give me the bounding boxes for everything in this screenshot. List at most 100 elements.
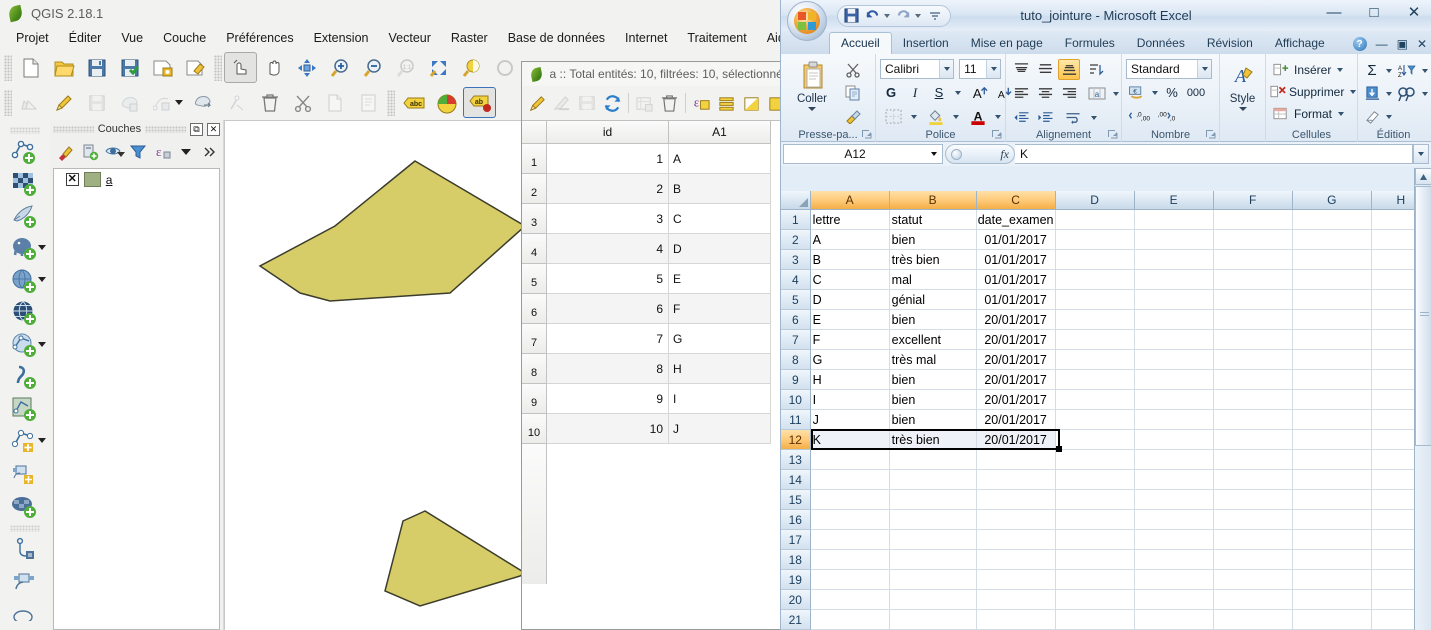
cell-e[interactable] <box>1134 390 1214 410</box>
insert-function-icon[interactable]: fx <box>1000 147 1009 162</box>
zoom-out-button[interactable] <box>356 52 389 83</box>
cell-e[interactable] <box>1134 250 1214 270</box>
spreadsheet-row[interactable]: 5 Dgénial 01/01/2017 <box>781 290 1431 310</box>
tab-affichage[interactable]: Affichage <box>1264 33 1336 54</box>
cell-a[interactable] <box>810 550 890 570</box>
align-top-icon[interactable] <box>1010 59 1032 80</box>
office-button[interactable] <box>787 1 827 41</box>
refresh-button[interactable] <box>488 52 521 83</box>
cell-f[interactable] <box>1213 570 1293 590</box>
column-header-e[interactable]: E <box>1134 191 1214 210</box>
tab-formules[interactable]: Formules <box>1054 33 1126 54</box>
attribute-table-row[interactable]: 11A <box>522 144 788 174</box>
column-header-g[interactable]: G <box>1292 191 1372 210</box>
undock-panel-button[interactable]: ⧉ <box>190 122 204 136</box>
satellite-button[interactable] <box>2 566 48 598</box>
underline-dropdown-icon[interactable] <box>952 82 963 103</box>
cell-d[interactable] <box>1055 390 1135 410</box>
expand-formula-bar-icon[interactable] <box>1413 144 1429 164</box>
cell-b[interactable] <box>889 510 977 530</box>
cell-e[interactable] <box>1134 450 1214 470</box>
thousands-button[interactable]: 000 <box>1184 82 1208 103</box>
row-header[interactable]: 15 <box>781 490 811 510</box>
attr-cell-a1[interactable]: F <box>669 294 771 324</box>
cell-d[interactable] <box>1055 570 1135 590</box>
label-button[interactable]: abc <box>397 87 430 118</box>
menu-editer[interactable]: Éditer <box>59 28 112 48</box>
panel-grip[interactable] <box>145 125 187 133</box>
column-header-d[interactable]: D <box>1055 191 1135 210</box>
tab-donnees[interactable]: Données <box>1126 33 1196 54</box>
save-icon[interactable] <box>842 7 861 25</box>
cell-c[interactable] <box>976 550 1056 570</box>
expression-filter-icon[interactable]: ε <box>151 141 173 163</box>
cell-a[interactable] <box>810 570 890 590</box>
fill-icon[interactable] <box>1362 83 1382 104</box>
spreadsheet-row[interactable]: 13 <box>781 450 1431 470</box>
align-bottom-icon[interactable] <box>1058 59 1080 80</box>
cell-d[interactable] <box>1055 530 1135 550</box>
zoom-native-button[interactable]: 1:1 <box>389 52 422 83</box>
cell-b[interactable] <box>889 590 977 610</box>
cell-a[interactable]: I <box>810 390 890 410</box>
menu-vecteur[interactable]: Vecteur <box>379 28 441 48</box>
layers-list[interactable]: ✕ a <box>52 168 220 630</box>
tab-revision[interactable]: Révision <box>1196 33 1264 54</box>
attr-row-number[interactable]: 6 <box>522 294 547 324</box>
cell-g[interactable] <box>1292 410 1372 430</box>
cell-g[interactable] <box>1292 310 1372 330</box>
row-header[interactable]: 11 <box>781 410 811 430</box>
cell-c[interactable]: 01/01/2017 <box>976 250 1056 270</box>
layer-visibility-checkbox[interactable]: ✕ <box>65 173 79 186</box>
cell-c[interactable] <box>976 510 1056 530</box>
font-dialog-launcher[interactable] <box>991 129 1002 140</box>
cell-f[interactable] <box>1213 290 1293 310</box>
attr-row-number[interactable]: 4 <box>522 234 547 264</box>
restore-workbook-icon[interactable]: ▣ <box>1397 37 1408 51</box>
cell-a[interactable] <box>810 470 890 490</box>
spreadsheet-row[interactable]: 15 <box>781 490 1431 510</box>
cell-c[interactable]: 20/01/2017 <box>976 430 1056 450</box>
cell-e[interactable] <box>1134 350 1214 370</box>
row-header[interactable]: 1 <box>781 210 811 230</box>
cell-c[interactable] <box>976 610 1056 630</box>
sort-filter-icon[interactable]: AZ <box>1396 60 1418 81</box>
toolbar-grip[interactable] <box>387 89 395 116</box>
cell-g[interactable] <box>1292 470 1372 490</box>
panel-grip[interactable] <box>52 125 94 133</box>
attr-cell-a1[interactable]: H <box>669 354 771 384</box>
attr-cell-id[interactable]: 7 <box>547 324 669 354</box>
row-header[interactable]: 20 <box>781 590 811 610</box>
cell-c[interactable] <box>976 590 1056 610</box>
chevron-down-icon[interactable] <box>37 277 46 283</box>
more-icon[interactable] <box>199 141 221 163</box>
attr-cell-a1[interactable]: B <box>669 174 771 204</box>
increase-decimal-icon[interactable]: ,0,00 <box>1126 106 1152 127</box>
attribute-table[interactable]: id A1 1 1 A 2 2 B 3 3 C 4 4 D 5 5 E 6 6 F 7 7 G 8 8 H 9 9 I 10 10 J <box>522 120 788 629</box>
cell-g[interactable] <box>1292 230 1372 250</box>
touch-zoom-pan-button[interactable] <box>224 52 257 83</box>
customize-qat-icon[interactable] <box>925 7 944 25</box>
format-cells-button[interactable]: Format <box>1270 104 1353 124</box>
align-center-icon[interactable] <box>1034 83 1056 104</box>
column-header-f[interactable]: F <box>1213 191 1293 210</box>
spreadsheet-row[interactable]: 19 <box>781 570 1431 590</box>
cell-c[interactable] <box>976 450 1056 470</box>
formula-input[interactable]: K <box>1015 144 1413 164</box>
cell-e[interactable] <box>1134 430 1214 450</box>
cell-e[interactable] <box>1134 310 1214 330</box>
minimize-workbook-icon[interactable]: — <box>1376 37 1388 51</box>
font-color-button[interactable]: A <box>966 106 990 127</box>
row-header[interactable]: 9 <box>781 370 811 390</box>
cell-c[interactable]: 01/01/2017 <box>976 270 1056 290</box>
attr-cell-a1[interactable]: J <box>669 414 771 444</box>
new-project-button[interactable] <box>14 52 47 83</box>
select-all-corner[interactable] <box>781 191 811 210</box>
cell-a[interactable]: C <box>810 270 890 290</box>
bold-button[interactable]: G <box>880 82 902 103</box>
cell-f[interactable] <box>1213 250 1293 270</box>
cell-a[interactable]: F <box>810 330 890 350</box>
attr-cell-id[interactable]: 10 <box>547 414 669 444</box>
row-header[interactable]: 2 <box>781 230 811 250</box>
pan-map-button[interactable] <box>257 52 290 83</box>
